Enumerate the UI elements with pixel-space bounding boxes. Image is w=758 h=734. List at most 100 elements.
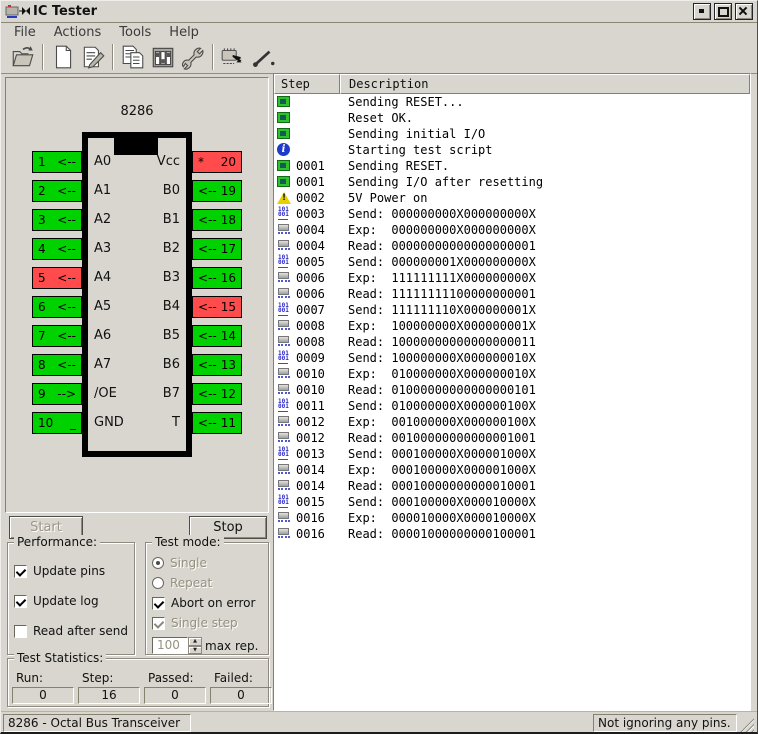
log-column-step[interactable]: Step [274, 74, 340, 94]
resize-grip[interactable] [740, 718, 754, 732]
chip-pin-label: B4 [157, 296, 180, 318]
log-row[interactable]: 0012 Read: 00100000000000001001 [274, 430, 750, 446]
pin-box[interactable]: 1 <-- [32, 151, 82, 173]
log-row[interactable]: Sending initial I/O [274, 126, 750, 142]
pin-box[interactable]: 9 --> [32, 383, 82, 405]
log-row[interactable]: 0013 Send: 000100000X000001000X [274, 446, 750, 462]
spin-up-icon[interactable]: ▲ [188, 637, 202, 646]
pin-box[interactable]: <-- 19 [192, 180, 242, 202]
log-row[interactable]: 0006 Exp: 111111111X000000000X [274, 270, 750, 286]
log-row[interactable]: 0003 Send: 000000000X000000000X [274, 206, 750, 222]
log-row[interactable]: 0009 Send: 100000000X000000010X [274, 350, 750, 366]
configure-button[interactable] [178, 43, 208, 71]
log-row[interactable]: 0004 Exp: 000000000X000000000X [274, 222, 750, 238]
checkbox[interactable] [152, 597, 165, 610]
checkbox[interactable] [14, 625, 27, 638]
pin-direction: <-- [57, 213, 76, 227]
stat-label: Run: [12, 671, 74, 685]
log-row[interactable]: 0001 Sending I/O after resetting [274, 174, 750, 190]
pin-box[interactable]: 4 <-- [32, 238, 82, 260]
pin-box[interactable]: 10 _ [32, 412, 82, 434]
pin-box[interactable]: <-- 13 [192, 354, 242, 376]
log-row[interactable]: 0012 Exp: 001000000X000000100X [274, 414, 750, 430]
performance-option[interactable]: Update pins [14, 563, 134, 579]
log-row[interactable]: 0016 Exp: 000010000X000010000X [274, 510, 750, 526]
performance-option[interactable]: Update log [14, 593, 134, 609]
pin-box[interactable]: 8 <-- [32, 354, 82, 376]
log-row[interactable]: 0007 Send: 111111110X000000001X [274, 302, 750, 318]
log-row[interactable]: 0005 Send: 000000001X000000000X [274, 254, 750, 270]
log-row[interactable]: Reset OK. [274, 110, 750, 126]
log-row[interactable]: Starting test script [274, 142, 750, 158]
maximize-button[interactable] [714, 3, 732, 20]
pin-box[interactable]: <-- 16 [192, 267, 242, 289]
pin-box[interactable]: 3 <-- [32, 209, 82, 231]
pin-box[interactable]: <-- 18 [192, 209, 242, 231]
status-bar: 8286 - Octal Bus Transceiver Not ignorin… [1, 711, 757, 734]
pin-box[interactable]: 6 <-- [32, 296, 82, 318]
log-row[interactable]: 0001 Sending RESET. [274, 158, 750, 174]
chip-body: A0A1A2A3A4A5A6A7/OEGND VccB0B1B2B3B4B5B6… [82, 132, 192, 457]
log-row[interactable]: 0008 Read: 10000000000000000011 [274, 334, 750, 350]
menu-item[interactable]: Help [160, 24, 208, 41]
test-mode-option[interactable]: Single step [152, 615, 268, 631]
pin-number: 15 [221, 300, 236, 314]
log-row-description: Read: 01000000000000000101 [348, 383, 536, 397]
test-mode-option[interactable]: Abort on error [152, 595, 268, 611]
pin-box[interactable]: <-- 17 [192, 238, 242, 260]
checkbox[interactable] [14, 595, 27, 608]
chip-pin-label: B5 [157, 325, 180, 347]
run-test-button[interactable] [218, 43, 248, 71]
pin-box[interactable]: <-- 14 [192, 325, 242, 347]
log-row[interactable]: 0014 Read: 00010000000000010001 [274, 478, 750, 494]
spin-down-icon[interactable]: ▼ [188, 646, 202, 655]
max-rep-spinner[interactable]: 100 [152, 637, 188, 654]
pin-box[interactable]: 5 <-- [32, 267, 82, 289]
open-icon [10, 44, 36, 70]
log-row[interactable]: 0004 Read: 00000000000000000001 [274, 238, 750, 254]
pin-box[interactable]: <-- 15 [192, 296, 242, 318]
dip-switch-button[interactable] [148, 43, 178, 71]
test-mode-radio[interactable]: Single [152, 555, 268, 571]
close-button[interactable] [735, 3, 753, 20]
log-row[interactable]: 0011 Send: 010000000X000000100X [274, 398, 750, 414]
pin-box[interactable]: 7 <-- [32, 325, 82, 347]
menu-item[interactable]: Actions [45, 24, 111, 41]
radio-button[interactable] [152, 577, 164, 589]
log-row-icon [277, 175, 291, 189]
log-row[interactable]: Sending RESET... [274, 94, 750, 110]
log-row[interactable]: 0014 Exp: 000100000X000001000X [274, 462, 750, 478]
log-row[interactable]: 0010 Exp: 010000000X000000010X [274, 366, 750, 382]
pin-box[interactable]: * 20 [192, 151, 242, 173]
radio-button[interactable] [152, 557, 164, 569]
edit-button[interactable] [78, 43, 108, 71]
menu-item[interactable]: File [5, 24, 45, 41]
checkbox[interactable] [14, 565, 27, 578]
log-row[interactable]: 0010 Read: 01000000000000000101 [274, 382, 750, 398]
chip-pin-label: A7 [94, 354, 124, 376]
pin-box[interactable]: <-- 11 [192, 412, 242, 434]
stat-passed-value: 0 [144, 687, 206, 704]
log-column-description[interactable]: Description [340, 74, 750, 94]
log-row[interactable]: 0015 Send: 000100000X000010000X [274, 494, 750, 510]
pin-number: 9 [38, 387, 46, 401]
log-row[interactable]: 0002 5V Power on [274, 190, 750, 206]
probe-button[interactable] [248, 43, 278, 71]
log-row-description: Send: 000000000X000000000X [348, 207, 536, 221]
checkbox[interactable] [152, 617, 165, 630]
title-bar[interactable]: IC Tester [1, 1, 757, 23]
menu-item[interactable]: Tools [110, 24, 160, 41]
minimize-button[interactable] [693, 3, 711, 20]
pin-box[interactable]: 2 <-- [32, 180, 82, 202]
copy-button[interactable] [118, 43, 148, 71]
dip-switch-icon [150, 44, 176, 70]
log-row[interactable]: 0008 Exp: 100000000X000000001X [274, 318, 750, 334]
performance-option[interactable]: Read after send [14, 623, 134, 639]
test-mode-radio[interactable]: Repeat [152, 575, 268, 591]
pin-direction: <-- [198, 242, 217, 256]
log-row[interactable]: 0006 Read: 11111111100000000001 [274, 286, 750, 302]
open-button[interactable] [8, 43, 38, 71]
pin-box[interactable]: <-- 12 [192, 383, 242, 405]
new-button[interactable] [48, 43, 78, 71]
log-row[interactable]: 0016 Read: 00001000000000100001 [274, 526, 750, 542]
